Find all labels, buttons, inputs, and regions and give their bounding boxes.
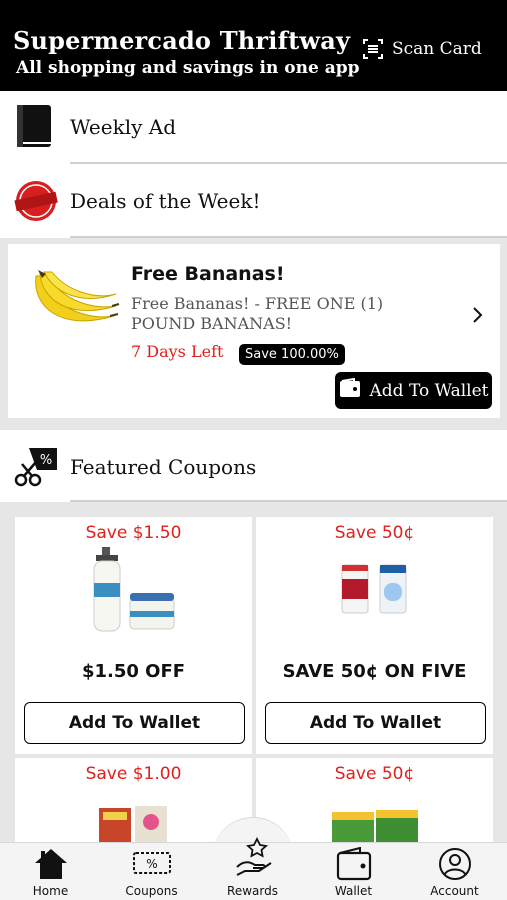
- coupon-scissors-icon: %: [13, 446, 59, 492]
- nav-home-label: Home: [32, 884, 69, 898]
- nav-coupons-label: Coupons: [125, 884, 178, 898]
- yogurt-product-image: [340, 561, 410, 621]
- deal-save-badge: Save 100.00%: [239, 344, 345, 365]
- app-header: Supermercado Thriftway All shopping and …: [0, 0, 507, 91]
- nav-rewards-label: Rewards: [227, 884, 278, 898]
- coupon-grid: Save $1.50 $1.50 OFF Add To Wallet Save …: [0, 502, 507, 848]
- coupon-card[interactable]: Save $1.00: [15, 758, 252, 848]
- svg-text:%: %: [146, 857, 157, 871]
- nav-wallet-label: Wallet: [334, 884, 373, 898]
- home-icon: [33, 847, 69, 885]
- app-title: Supermercado Thriftway: [13, 26, 351, 55]
- book-icon: [13, 103, 55, 153]
- wallet-icon: [339, 377, 361, 403]
- svg-text:%: %: [40, 453, 52, 468]
- coupon-save-text: Save 50¢: [334, 523, 415, 543]
- nav-wallet[interactable]: Wallet: [303, 843, 404, 900]
- nav-account[interactable]: Account: [404, 843, 505, 900]
- coupon-icon: %: [132, 847, 172, 881]
- nav-home[interactable]: Home: [0, 843, 101, 900]
- deal-title: Free Bananas!: [131, 263, 285, 285]
- lotion-product-image: [88, 547, 178, 637]
- wallet-icon: [336, 846, 372, 885]
- deals-of-week-row[interactable]: Deals of the Week!: [0, 164, 507, 238]
- featured-coupons-label: Featured Coupons: [70, 455, 257, 479]
- coupon-add-to-wallet-button[interactable]: Add To Wallet: [265, 702, 486, 744]
- nav-account-label: Account: [430, 884, 479, 898]
- deal-of-the-week-icon: [13, 179, 59, 227]
- account-icon: [438, 847, 472, 885]
- deal-days-left: 7 Days Left: [131, 342, 224, 361]
- coupon-save-text: Save $1.50: [85, 523, 182, 543]
- weekly-ad-row[interactable]: Weekly Ad: [0, 91, 507, 164]
- deal-card[interactable]: Free Bananas! Free Bananas! - FREE ONE (…: [8, 244, 500, 418]
- app-subtitle: All shopping and savings in one app: [16, 58, 360, 78]
- deal-add-to-wallet-button[interactable]: Add To Wallet: [335, 372, 492, 409]
- banana-image: [30, 266, 120, 342]
- deal-description: Free Bananas! - FREE ONE (1) POUND BANAN…: [131, 294, 384, 333]
- scan-icon: [362, 38, 384, 60]
- rewards-icon: [233, 836, 273, 881]
- weekly-ad-label: Weekly Ad: [70, 115, 177, 139]
- coupon-card[interactable]: Save 50¢: [256, 758, 493, 848]
- coupon-card[interactable]: Save 50¢ SAVE 50¢ ON FIVE Add To Wallet: [256, 517, 493, 754]
- nav-rewards[interactable]: Rewards: [202, 836, 303, 900]
- scan-card-label: Scan Card: [392, 39, 482, 59]
- scan-card-button[interactable]: Scan Card: [362, 38, 482, 60]
- nav-coupons[interactable]: % Coupons: [101, 843, 202, 900]
- coupon-save-text: Save $1.00: [85, 764, 182, 784]
- coupon-save-text: Save 50¢: [334, 764, 415, 784]
- deal-button-label: Add To Wallet: [369, 380, 489, 401]
- deal-area: Free Bananas! Free Bananas! - FREE ONE (…: [0, 238, 507, 428]
- coupon-card[interactable]: Save $1.50 $1.50 OFF Add To Wallet: [15, 517, 252, 754]
- chevron-right-icon[interactable]: [472, 306, 484, 328]
- coupon-description: SAVE 50¢ ON FIVE: [282, 661, 467, 682]
- deals-of-week-label: Deals of the Week!: [70, 189, 261, 213]
- coupon-description: $1.50 OFF: [81, 661, 186, 682]
- bottom-nav: Home % Coupons Rewards Wallet Account: [0, 836, 507, 900]
- featured-coupons-row[interactable]: % Featured Coupons: [0, 430, 507, 502]
- coupon-add-to-wallet-button[interactable]: Add To Wallet: [24, 702, 245, 744]
